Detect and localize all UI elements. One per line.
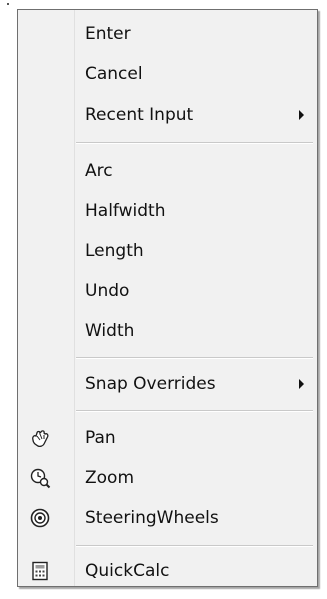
menu-separator bbox=[76, 410, 313, 412]
menu-item-label: Arc bbox=[85, 161, 113, 181]
menu-item-label: Zoom bbox=[85, 468, 135, 488]
context-menu: Enter Cancel Recent Input Arc Halfwidth … bbox=[17, 9, 318, 587]
menu-item-label: Snap Overrides bbox=[85, 374, 216, 394]
menu-item-enter[interactable]: Enter bbox=[19, 15, 316, 53]
menu-item-zoom[interactable]: Zoom bbox=[19, 459, 316, 497]
corner-artifact bbox=[7, 3, 9, 5]
menu-item-label: Enter bbox=[85, 24, 131, 44]
menu-separator bbox=[76, 142, 313, 144]
menu-item-pan[interactable]: Pan bbox=[19, 419, 316, 457]
menu-item-quickcalc[interactable]: QuickCalc bbox=[19, 552, 316, 590]
menu-item-label: QuickCalc bbox=[85, 561, 170, 581]
menu-item-snap-overrides[interactable]: Snap Overrides bbox=[19, 365, 316, 403]
menu-item-cancel[interactable]: Cancel bbox=[19, 55, 316, 93]
menu-item-arc[interactable]: Arc bbox=[19, 152, 316, 190]
menu-item-label: Length bbox=[85, 241, 144, 261]
zoom-clock-magnifier-icon bbox=[29, 467, 51, 489]
menu-item-steeringwheels[interactable]: SteeringWheels bbox=[19, 499, 316, 537]
menu-item-recent-input[interactable]: Recent Input bbox=[19, 96, 316, 134]
pan-hand-icon bbox=[29, 427, 51, 449]
steering-wheel-icon bbox=[29, 507, 51, 529]
submenu-arrow-icon bbox=[299, 379, 304, 389]
menu-item-label: Halfwidth bbox=[85, 201, 166, 221]
calculator-icon bbox=[29, 560, 51, 582]
menu-separator bbox=[76, 357, 313, 359]
menu-item-label: Cancel bbox=[85, 64, 143, 84]
menu-separator bbox=[76, 545, 313, 547]
submenu-arrow-icon bbox=[299, 110, 304, 120]
menu-item-undo[interactable]: Undo bbox=[19, 272, 316, 310]
menu-item-label: Undo bbox=[85, 281, 130, 301]
menu-item-label: Width bbox=[85, 321, 135, 341]
menu-item-label: Pan bbox=[85, 428, 116, 448]
menu-item-label: Recent Input bbox=[85, 105, 194, 125]
menu-item-label: SteeringWheels bbox=[85, 508, 219, 528]
menu-item-halfwidth[interactable]: Halfwidth bbox=[19, 192, 316, 230]
menu-item-width[interactable]: Width bbox=[19, 312, 316, 350]
menu-item-length[interactable]: Length bbox=[19, 232, 316, 270]
